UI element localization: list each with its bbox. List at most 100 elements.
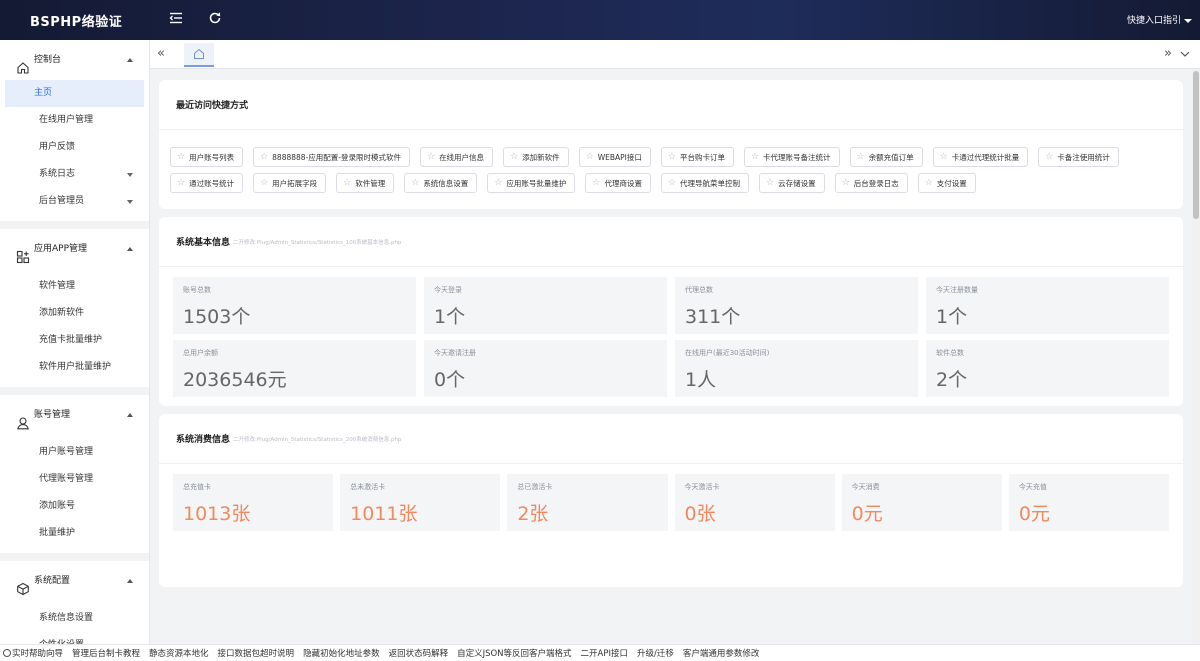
stat-tile: 今天注册数量 1个 [926,277,1169,334]
shortcut-button[interactable]: ☆ 代理商设置 [585,173,651,193]
card-header: 系统基本信息 二开修改:Plug/Admin_Statistics/Statis… [159,217,1183,267]
shortcut-button[interactable]: ☆ 余额充值订单 [849,147,923,167]
stat-label: 总未激活卡 [350,483,386,491]
stat-value: 0张 [684,503,716,525]
shortcut-button[interactable]: ☆ 系统信息设置 [404,173,478,193]
footer-link-label: 静态资源本地化 [149,649,209,659]
menu-collapse-icon[interactable] [168,10,186,28]
footer-link[interactable]: 管理后台制卡教程 [72,647,140,659]
stat-tile: 今天充值 0元 [1008,474,1169,531]
sidebar-item-user-accounts[interactable]: 用户账号管理 [5,439,144,466]
star-icon: ☆ [667,152,676,162]
main-scrollbar[interactable] [1192,69,1200,644]
card-header: 系统消费信息 二开修改:Plug/Admin_Statistics/Statis… [159,414,1183,464]
sidebar-item-agent-accounts[interactable]: 代理账号管理 [5,466,144,493]
shortcut-button[interactable]: ☆ 软件管理 [336,173,395,193]
footer-link[interactable]: 二开API接口 [581,647,628,659]
stat-value: 1503个 [183,306,251,328]
shortcut-label: 代理商设置 [604,178,642,188]
footer-link[interactable]: 自定义JSON等反回客户端格式 [457,647,571,659]
shortcut-button[interactable]: ☆ 添加新软件 [503,147,569,167]
quick-entry-menu[interactable]: 快捷入口指引 [1127,13,1192,26]
sidebar-item-add-account[interactable]: 添加账号 [5,493,144,520]
shortcut-label: 系统信息设置 [423,178,469,188]
sidebar-item-add-software[interactable]: 添加新软件 [5,300,144,327]
footer-link[interactable]: 客户端通用参数修改 [683,647,760,659]
shortcut-button[interactable]: ☆ 通过账号统计 [170,173,244,193]
sidebar-group-accounts[interactable]: 账号管理 [0,395,149,435]
card-note: 二开修改:Plug/Admin_Statistics/Statistics_10… [233,240,402,246]
shortcut-button[interactable]: ☆ 卡备注使用统计 [1038,147,1119,167]
shortcut-button[interactable]: ☆ WEBAPI接口 [578,147,651,167]
footer-link[interactable]: 静态资源本地化 [149,647,209,659]
chevron-down-icon [127,200,133,204]
stat-tile: 今天激活卡 0张 [674,474,835,531]
shortcut-button[interactable]: ☆ 云存储设置 [759,173,825,193]
shortcut-label: 软件管理 [355,178,386,188]
footer-link-label: 实时帮助向导 [12,649,64,659]
group-divider [0,553,149,561]
star-icon: ☆ [939,152,948,162]
shortcut-button[interactable]: ☆ 卡代理账号备注统计 [743,147,840,167]
shortcut-button[interactable]: ☆ 支付设置 [917,173,976,193]
stat-tile: 总已激活卡 2张 [507,474,668,531]
sidebar-item-home[interactable]: 主页 [5,80,144,107]
tabs-scroll-left-icon[interactable]: « [157,46,165,61]
shortcut-button[interactable]: ☆ 用户拓展字段 [253,173,327,193]
footer-link[interactable]: 隐藏初始化地址参数 [303,647,380,659]
shortcut-label: 通过账号统计 [189,178,235,188]
stat-tile: 总充值卡 1013张 [173,474,334,531]
stat-label: 总已激活卡 [517,483,553,491]
cube-icon [16,574,30,596]
tab-bar: « » [150,40,1200,69]
star-icon: ☆ [766,178,775,188]
star-icon: ☆ [592,178,601,188]
stat-value: 2个 [936,369,968,391]
shortcut-button[interactable]: ☆ 卡通过代理统计批量 [932,147,1029,167]
tab-home[interactable] [184,43,214,67]
basic-stats-grid: 账号总数 1503个 今天登录 1个 代理总数 311个 今天注册数量 1个 总用户余额 2036… [159,267,1183,406]
sidebar-item-software[interactable]: 软件管理 [5,273,144,300]
user-icon [16,408,30,430]
shortcut-button[interactable]: ☆ 代理导航菜单控制 [660,173,750,193]
stat-value: 1个 [936,306,968,328]
sidebar-item-personalize[interactable]: 个性化设置 [5,632,144,644]
refresh-icon[interactable] [207,10,225,28]
footer-link[interactable]: 实时帮助向导 [3,647,63,659]
shortcut-button[interactable]: ☆ 应用账号批量维护 [487,173,576,193]
tabs-scroll-right-icon[interactable]: » [1164,46,1172,61]
scrollbar-thumb[interactable] [1193,71,1199,219]
star-icon: ☆ [494,178,503,188]
footer-link[interactable]: 接口数据包超时说明 [218,647,295,659]
star-icon: ☆ [1045,152,1054,162]
sidebar-item-user-batch[interactable]: 软件用户批量维护 [5,354,144,381]
shortcut-button[interactable]: ☆ 用户账号列表 [170,147,244,167]
star-icon: ☆ [426,152,436,162]
sidebar-item-card-batch[interactable]: 充值卡批量维护 [5,327,144,354]
stat-tile: 总未激活卡 1011张 [340,474,501,531]
shortcut-button[interactable]: ☆ 8888888-应用配置-登录限时模式软件 [253,147,410,167]
sidebar-group-dashboard[interactable]: 控制台 [0,40,149,80]
sidebar-group-apps[interactable]: 应用APP管理 [0,229,149,269]
shortcut-button[interactable]: ☆ 后台登录日志 [834,173,908,193]
stat-value: 1013张 [183,503,251,525]
sidebar-item-admins[interactable]: 后台管理员 [5,188,144,215]
sidebar-item-system-log[interactable]: 系统日志 [5,161,144,188]
app-logo-title[interactable]: BSPHP络验证 [30,11,122,30]
tabs-menu-chevron-icon[interactable] [1179,48,1191,60]
footer-link[interactable]: 返回状态码解释 [389,647,449,659]
shortcut-button[interactable]: ☆ 平台购卡订单 [660,147,734,167]
star-icon: ☆ [585,152,594,162]
shortcut-list: ☆ 用户账号列表 ☆ 8888888-应用配置-登录限时模式软件 ☆ 在线用户信息 ☆ 添加新… [159,130,1183,209]
shortcut-label: 平台购卡订单 [679,152,725,162]
sidebar-item-system-info[interactable]: 系统信息设置 [5,605,144,632]
star-icon: ☆ [177,178,186,188]
quick-entry-label: 快捷入口指引 [1126,16,1181,26]
shortcut-button[interactable]: ☆ 在线用户信息 [419,147,494,167]
sidebar-item-batch-maintain[interactable]: 批量维护 [5,520,144,547]
footer-link[interactable]: 升级/迁移 [637,647,674,659]
chevron-up-icon [127,413,133,417]
sidebar-item-feedback[interactable]: 用户反馈 [5,134,144,161]
sidebar-item-online-users[interactable]: 在线用户管理 [5,107,144,134]
sidebar-group-settings[interactable]: 系统配置 [0,561,149,601]
